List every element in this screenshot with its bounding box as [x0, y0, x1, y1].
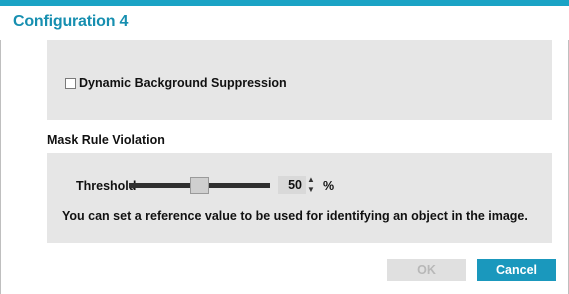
dynamic-background-checkbox[interactable] — [65, 77, 76, 89]
mask-rule-violation-heading: Mask Rule Violation — [47, 133, 165, 147]
spin-up-icon[interactable]: ▲ — [307, 175, 315, 184]
dynamic-background-label: Dynamic Background Suppression — [79, 76, 287, 90]
threshold-label: Threshold — [76, 179, 137, 193]
configuration-dialog: Configuration 4 Dynamic Background Suppr… — [0, 0, 569, 294]
mask-rule-violation-panel: Threshold 50 ▲ ▼ % You can set a referen… — [47, 153, 552, 243]
dialog-top-accent-bar — [0, 0, 569, 6]
dialog-title: Configuration 4 — [13, 13, 129, 30]
dynamic-background-panel: Dynamic Background Suppression — [47, 40, 552, 120]
threshold-slider[interactable] — [129, 177, 270, 194]
threshold-value-input[interactable]: 50 — [278, 176, 306, 194]
cancel-button[interactable]: Cancel — [477, 259, 556, 281]
dynamic-background-option[interactable]: Dynamic Background Suppression — [65, 76, 287, 90]
dialog-left-border — [0, 40, 1, 294]
threshold-spinner[interactable]: ▲ ▼ — [306, 175, 316, 195]
spin-down-icon[interactable]: ▼ — [307, 185, 315, 194]
threshold-unit: % — [323, 179, 335, 193]
threshold-slider-thumb[interactable] — [190, 177, 209, 194]
ok-button[interactable]: OK — [387, 259, 466, 281]
threshold-hint-text: You can set a reference value to be used… — [62, 209, 528, 223]
